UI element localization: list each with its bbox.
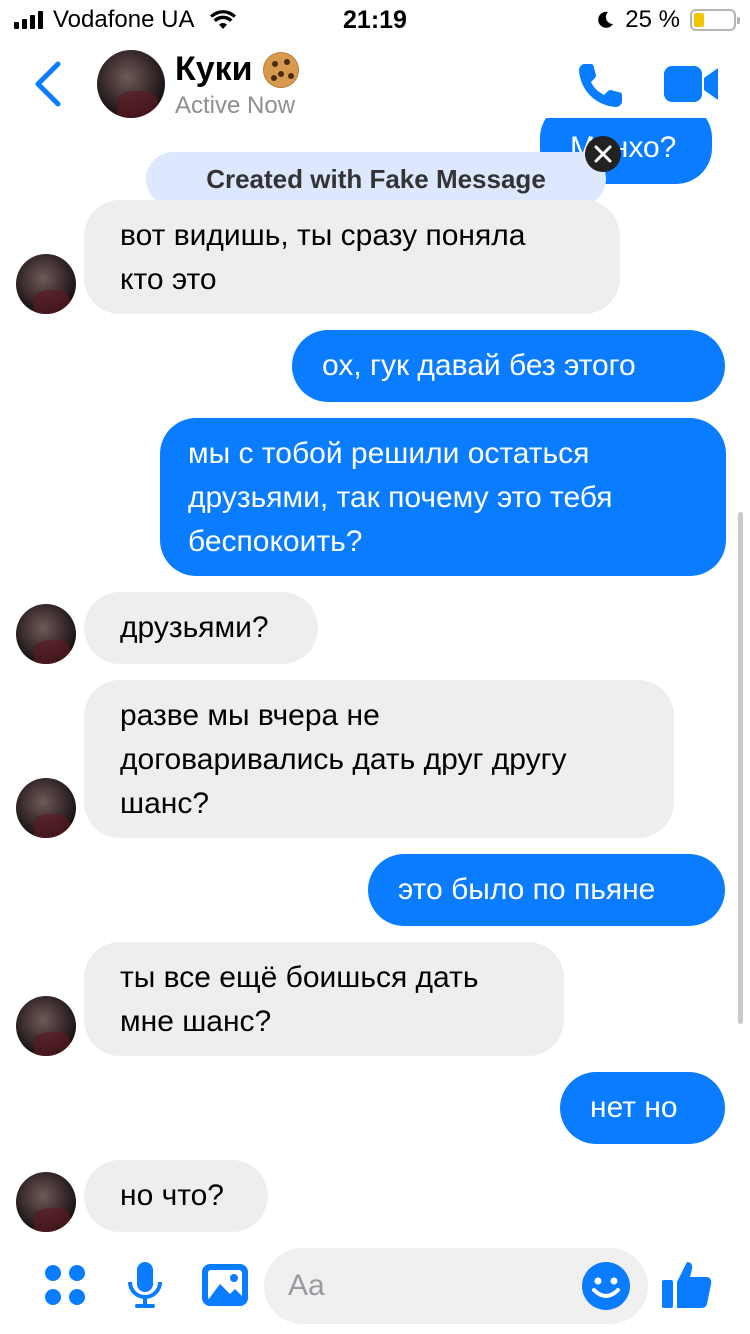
conversation-header: Куки Active Now: [0, 40, 750, 130]
sender-avatar[interactable]: [16, 1172, 76, 1232]
message-list[interactable]: Минхо? Created with Fake Message вот вид…: [0, 118, 750, 1238]
battery-fill: [694, 13, 704, 27]
watermark-banner: Created with Fake Message: [146, 152, 606, 206]
active-status: Active Now: [175, 92, 296, 119]
scrollbar[interactable]: [738, 512, 743, 1024]
sender-avatar[interactable]: [16, 254, 76, 314]
emoji-icon[interactable]: [580, 1260, 632, 1312]
cookie-emoji-icon: [262, 51, 299, 88]
message-bubble-incoming[interactable]: но что?: [84, 1160, 268, 1232]
thumbs-up-icon[interactable]: [660, 1258, 714, 1312]
message-composer: [0, 1238, 750, 1334]
message-bubble-incoming[interactable]: друзьями?: [84, 592, 318, 664]
sender-avatar[interactable]: [16, 604, 76, 664]
microphone-icon[interactable]: [120, 1260, 170, 1310]
message-bubble-incoming[interactable]: разве мы вчера не договаривались дать др…: [84, 680, 674, 838]
wifi-icon: [210, 10, 237, 29]
contact-avatar[interactable]: [97, 50, 165, 118]
status-right: 25 %: [595, 6, 740, 34]
status-bar: Vodafone UA 21:19 25 %: [0, 0, 750, 40]
video-camera-icon[interactable]: [662, 62, 720, 106]
image-icon[interactable]: [200, 1260, 250, 1310]
message-bubble-outgoing[interactable]: это было по пьяне: [368, 854, 725, 926]
carrier-label: Vodafone UA: [53, 6, 195, 33]
back-icon[interactable]: [28, 58, 68, 110]
contact-name-row[interactable]: Куки: [175, 50, 299, 89]
message-bubble-outgoing[interactable]: ох, гук давай без этого: [292, 330, 725, 402]
sender-avatar[interactable]: [16, 778, 76, 838]
message-bubble-incoming[interactable]: вот видишь, ты сразу поняла кто это: [84, 200, 620, 314]
sender-avatar[interactable]: [16, 996, 76, 1056]
status-left: Vodafone UA: [14, 6, 237, 34]
moon-icon: [598, 11, 614, 28]
battery-icon: [690, 9, 740, 31]
phone-icon[interactable]: [574, 58, 628, 112]
battery-percent: 25 %: [625, 6, 680, 33]
contact-name: Куки: [175, 50, 253, 88]
signal-icon: [14, 11, 43, 29]
message-bubble-incoming[interactable]: ты все ещё боишься дать мне шанс?: [84, 942, 564, 1056]
message-bubble-outgoing[interactable]: мы с тобой решили остаться друзьями, так…: [160, 418, 726, 576]
close-icon[interactable]: [585, 136, 621, 172]
apps-icon[interactable]: [40, 1260, 90, 1310]
message-bubble-outgoing[interactable]: нет но: [560, 1072, 725, 1144]
